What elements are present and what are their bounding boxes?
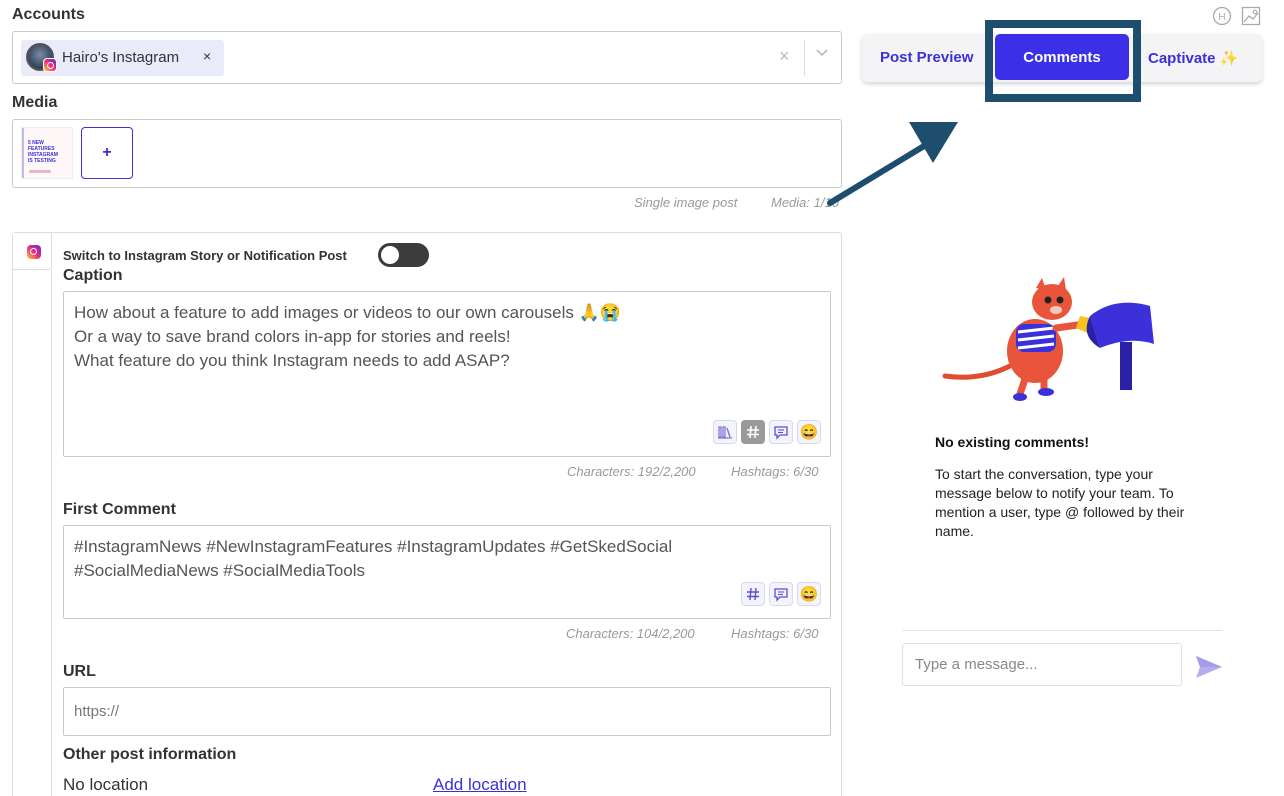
story-toggle[interactable] bbox=[378, 243, 429, 267]
first-comment-textarea[interactable]: #InstagramNews #NewInstagramFeatures #In… bbox=[63, 525, 831, 619]
hashtag-icon[interactable] bbox=[741, 582, 765, 606]
first-comment-characters: Characters: 104/2,200 bbox=[566, 626, 695, 641]
clear-selection-icon[interactable]: × bbox=[779, 46, 790, 67]
first-comment-hashtags: Hashtags: 6/30 bbox=[731, 626, 819, 641]
first-comment-line: #InstagramNews #NewInstagramFeatures #In… bbox=[74, 537, 673, 556]
caption-line: How about a feature to add images or vid… bbox=[74, 303, 621, 322]
first-comment-label: First Comment bbox=[63, 501, 176, 518]
add-location-link[interactable]: Add location bbox=[433, 775, 527, 795]
accounts-label: Accounts bbox=[12, 6, 85, 23]
empty-state-body: To start the conversation, type your mes… bbox=[935, 466, 1185, 539]
account-chip: Hairo's Instagram × bbox=[21, 40, 224, 76]
instagram-icon bbox=[43, 58, 57, 72]
empty-state-title: No existing comments! bbox=[935, 434, 1090, 450]
thumb-text-4: IS TESTING bbox=[28, 158, 56, 164]
url-input[interactable]: https:// bbox=[63, 687, 831, 736]
caption-line: Or a way to save brand colors in-app for… bbox=[74, 327, 511, 346]
accounts-select[interactable]: Hairo's Instagram × × bbox=[12, 31, 842, 84]
location-value: No location bbox=[63, 775, 149, 794]
help-circle-icon[interactable]: H bbox=[1212, 6, 1232, 26]
thumb-line bbox=[29, 170, 51, 173]
comment-divider bbox=[902, 630, 1223, 631]
card-rail bbox=[51, 270, 52, 796]
library-icon[interactable] bbox=[713, 420, 737, 444]
tab-comments[interactable]: Comments bbox=[995, 34, 1129, 80]
media-box: 5 NEW FEATURES INSTAGRAM IS TESTING + bbox=[12, 119, 842, 188]
media-label: Media bbox=[12, 94, 58, 111]
url-label: URL bbox=[63, 663, 96, 680]
message-input[interactable]: Type a message... bbox=[902, 643, 1182, 686]
chevron-down-icon[interactable] bbox=[815, 48, 829, 58]
first-comment-line: #SocialMediaNews #SocialMediaTools bbox=[74, 561, 366, 580]
tab-captivate[interactable]: Captivate ✨ bbox=[1148, 49, 1238, 67]
emoji-picker-icon[interactable]: 😄 bbox=[797, 420, 821, 444]
help-letter: H bbox=[1218, 12, 1225, 23]
caption-line: What feature do you think Instagram need… bbox=[74, 351, 510, 370]
caption-characters: Characters: 192/2,200 bbox=[567, 464, 696, 479]
annotation-arrow-icon bbox=[827, 122, 958, 206]
media-thumbnail[interactable]: 5 NEW FEATURES INSTAGRAM IS TESTING bbox=[21, 127, 73, 179]
select-divider bbox=[804, 40, 805, 76]
hashtag-icon[interactable] bbox=[741, 420, 765, 444]
emoji-picker-icon[interactable]: 😄 bbox=[797, 582, 821, 606]
account-chip-label: Hairo's Instagram bbox=[62, 49, 180, 66]
other-info-label: Other post information bbox=[63, 746, 237, 763]
caption-label: Caption bbox=[63, 267, 123, 284]
mascot-mailbox-illustration bbox=[942, 277, 1154, 401]
comment-template-icon[interactable] bbox=[769, 582, 793, 606]
instagram-tab[interactable] bbox=[13, 233, 52, 270]
story-switch-label: Switch to Instagram Story or Notificatio… bbox=[63, 248, 347, 263]
comment-template-icon[interactable] bbox=[769, 420, 793, 444]
instagram-icon bbox=[27, 245, 41, 259]
remove-account-button[interactable]: × bbox=[203, 48, 211, 64]
send-icon[interactable] bbox=[1194, 654, 1224, 680]
add-media-button[interactable]: + bbox=[81, 127, 133, 179]
caption-hashtags: Hashtags: 6/30 bbox=[731, 464, 819, 479]
tab-post-preview[interactable]: Post Preview bbox=[880, 49, 973, 66]
image-broken-icon[interactable] bbox=[1241, 6, 1261, 26]
toggle-knob bbox=[381, 246, 399, 264]
post-type-note: Single image post bbox=[634, 195, 738, 210]
